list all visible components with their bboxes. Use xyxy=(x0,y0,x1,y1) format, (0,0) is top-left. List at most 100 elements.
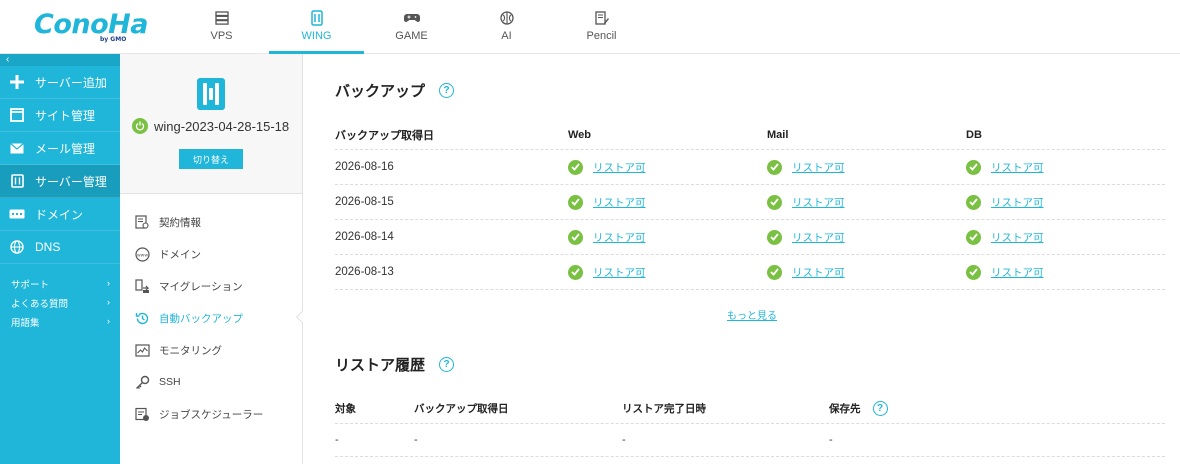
submenu-label: SSH xyxy=(159,376,181,388)
restore-db-link[interactable]: リストア可 xyxy=(991,265,1044,280)
wing-server-icon xyxy=(309,10,325,26)
mail-restore-cell: リストア可 xyxy=(767,194,966,210)
submenu-label: 契約情報 xyxy=(159,216,201,229)
header-restore-completed: リストア完了日時 xyxy=(622,403,706,415)
history-completed: - xyxy=(622,434,626,446)
nav-item-domain[interactable]: ドメイン xyxy=(0,198,120,231)
show-more-link[interactable]: もっと見る xyxy=(727,307,777,322)
submenu-label: マイグレーション xyxy=(159,280,243,293)
nav-item-add-server[interactable]: サーバー追加 xyxy=(0,66,120,99)
nav-link-glossary[interactable]: 用語集 › xyxy=(0,312,120,331)
nav-link-support[interactable]: サポート › xyxy=(0,274,120,293)
www-icon: www xyxy=(134,246,150,262)
nav-item-dns[interactable]: DNS xyxy=(0,231,120,264)
header-backup-date: バックアップ取得日 xyxy=(335,129,434,142)
restore-db-link[interactable]: リストア可 xyxy=(991,160,1044,175)
mail-restore-cell: リストア可 xyxy=(767,264,966,280)
migration-icon xyxy=(134,278,150,294)
submenu-auto-backup[interactable]: 自動バックアップ xyxy=(120,302,311,334)
nav-sub-links: サポート › よくある質問 › 用語集 › xyxy=(0,264,120,331)
nav-item-label: メール管理 xyxy=(35,141,96,156)
check-icon xyxy=(568,264,583,280)
server-name-row: wing-2023-04-28-15-18 xyxy=(132,118,289,134)
nav-link-label: 用語集 xyxy=(11,317,40,329)
history-destination: - xyxy=(829,434,833,446)
submenu-label: 自動バックアップ xyxy=(159,312,243,325)
submenu-label: ジョブスケジューラー xyxy=(159,408,264,421)
submenu-domain[interactable]: www ドメイン xyxy=(120,238,302,270)
restore-mail-link[interactable]: リストア可 xyxy=(792,265,845,280)
restore-web-link[interactable]: リストア可 xyxy=(593,195,646,210)
db-restore-cell: リストア可 xyxy=(966,264,1165,280)
restore-mail-link[interactable]: リストア可 xyxy=(792,230,845,245)
tab-pencil[interactable]: Pencil xyxy=(554,0,649,54)
tab-wing[interactable]: WING xyxy=(269,0,364,54)
restore-mail-link[interactable]: リストア可 xyxy=(792,160,845,175)
tab-vps[interactable]: VPS xyxy=(174,0,269,54)
tab-vps-label: VPS xyxy=(210,30,233,42)
history-backup-date: - xyxy=(414,434,418,446)
nav-item-label: DNS xyxy=(35,240,61,254)
help-icon[interactable]: ? xyxy=(872,401,888,416)
history-target: - xyxy=(335,434,339,446)
restore-db-link[interactable]: リストア可 xyxy=(991,195,1044,210)
table-row: 2026-08-14 リストア可 リストア可 リストア可 xyxy=(335,220,1165,255)
nav-link-faq[interactable]: よくある質問 › xyxy=(0,293,120,312)
check-icon xyxy=(966,159,981,175)
brain-icon xyxy=(499,10,515,26)
mail-restore-cell: リストア可 xyxy=(767,229,966,245)
backup-date: 2026-08-13 xyxy=(335,266,394,278)
restore-web-link[interactable]: リストア可 xyxy=(593,265,646,280)
key-icon xyxy=(134,374,150,390)
table-row: 2026-08-13 リストア可 リストア可 リストア可 xyxy=(335,255,1165,290)
tab-pencil-label: Pencil xyxy=(586,30,617,42)
restore-history-title: リストア履歴 xyxy=(335,357,426,374)
header-destination: 保存先 xyxy=(829,403,861,415)
nav-item-mail[interactable]: メール管理 xyxy=(0,132,120,165)
web-restore-cell: リストア可 xyxy=(568,264,767,280)
backup-date: 2026-08-16 xyxy=(335,161,394,173)
nav-link-label: よくある質問 xyxy=(11,298,69,310)
restore-web-link[interactable]: リストア可 xyxy=(593,230,646,245)
tab-ai[interactable]: AI xyxy=(459,0,554,54)
nav-item-label: ドメイン xyxy=(35,207,84,222)
tab-game[interactable]: GAME xyxy=(364,0,459,54)
nav-item-site[interactable]: サイト管理 xyxy=(0,99,120,132)
restore-mail-link[interactable]: リストア可 xyxy=(792,195,845,210)
server-name: wing-2023-04-28-15-18 xyxy=(154,118,290,134)
restore-web-link[interactable]: リストア可 xyxy=(593,160,646,175)
nav-item-server[interactable]: サーバー管理 xyxy=(0,165,120,198)
scheduler-icon xyxy=(134,406,150,422)
server-icon xyxy=(9,173,25,189)
table-row: - - - - xyxy=(335,424,1165,457)
help-icon[interactable]: ? xyxy=(439,357,455,372)
check-icon xyxy=(767,229,782,245)
nav-item-label: サーバー管理 xyxy=(35,174,107,189)
switch-server-button[interactable]: 切り替え xyxy=(179,149,243,169)
backup-table: バックアップ取得日 Web Mail DB 2026-08-16 リストア可 リ… xyxy=(335,120,1165,290)
submenu-monitoring[interactable]: モニタリング xyxy=(120,334,302,366)
web-restore-cell: リストア可 xyxy=(568,229,767,245)
gamepad-icon xyxy=(403,10,420,26)
backup-section-title: バックアップ ? xyxy=(335,80,455,101)
header-web: Web xyxy=(568,128,592,141)
table-row: 2026-08-15 リストア可 リストア可 リストア可 xyxy=(335,185,1165,220)
submenu-ssh[interactable]: SSH xyxy=(120,366,302,398)
header-destination-cell: 保存先 ? xyxy=(829,401,1029,416)
help-icon[interactable]: ? xyxy=(439,83,455,98)
restore-db-link[interactable]: リストア可 xyxy=(991,230,1044,245)
plus-icon xyxy=(9,74,25,90)
backup-table-header: バックアップ取得日 Web Mail DB xyxy=(335,120,1165,150)
collapse-nav-button[interactable]: ‹ xyxy=(0,54,120,66)
domain-icon xyxy=(9,206,25,222)
server-header: wing-2023-04-28-15-18 切り替え xyxy=(120,54,302,194)
check-icon xyxy=(568,159,583,175)
submenu-migration[interactable]: マイグレーション xyxy=(120,270,302,302)
history-table-header: 対象 バックアップ取得日 リストア完了日時 保存先 ? xyxy=(335,394,1165,424)
contract-icon xyxy=(134,214,150,230)
chevron-right-icon: › xyxy=(106,297,110,308)
submenu-contract[interactable]: 契約情報 xyxy=(120,206,302,238)
submenu-job-scheduler[interactable]: ジョブスケジューラー xyxy=(120,398,302,430)
conoha-logo[interactable]: ConoHa by GMO xyxy=(34,10,148,44)
nav-link-label: サポート xyxy=(11,279,50,291)
